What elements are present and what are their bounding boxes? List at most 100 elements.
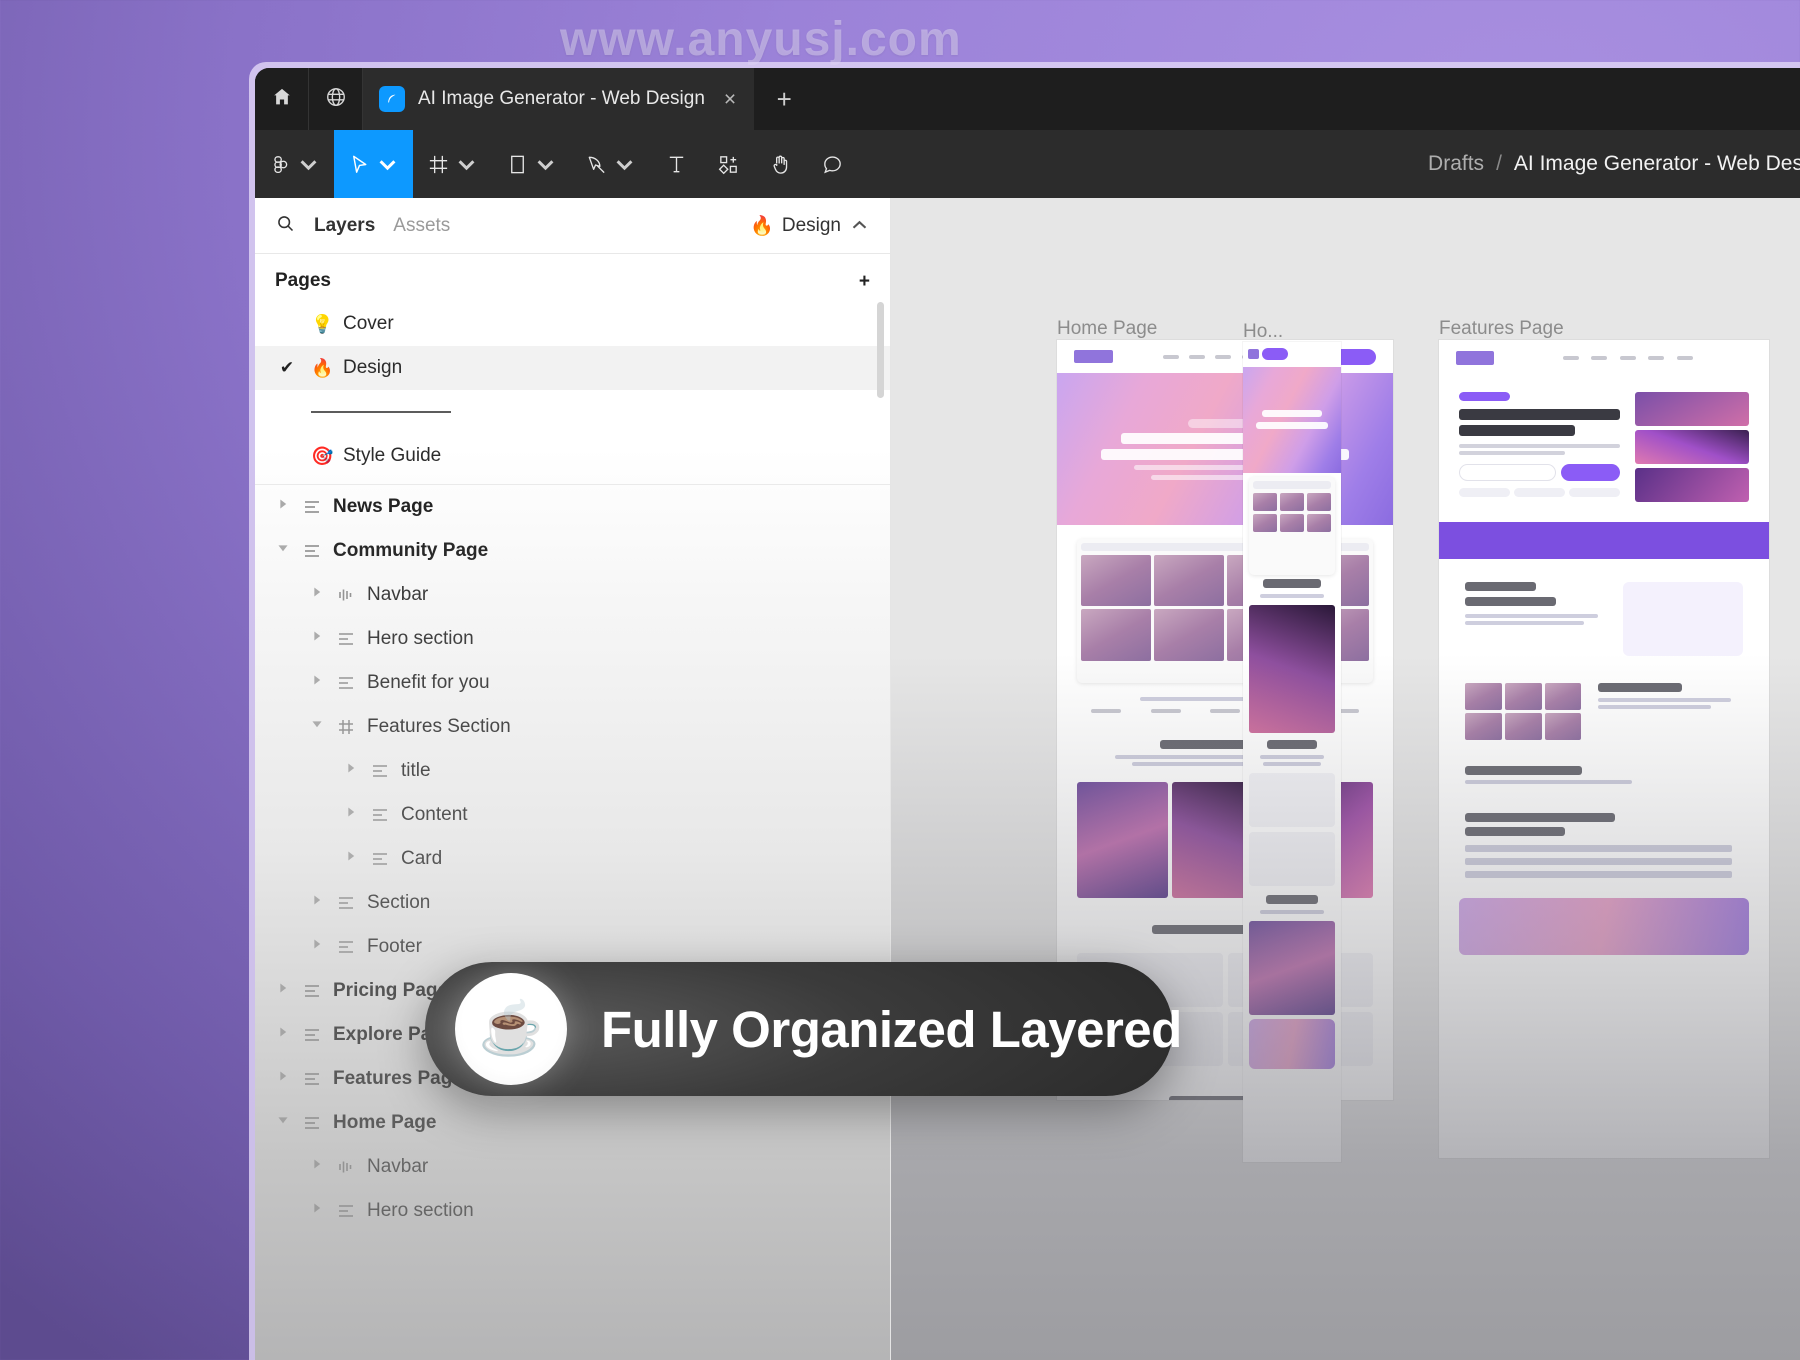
pen-icon [585,153,608,176]
coffee-cup-icon: ☕ [455,973,567,1085]
mini-section-faq [1439,800,1769,897]
pen-tool-button[interactable] [571,130,650,198]
breadcrumb-file[interactable]: AI Image Generator - Web Design [1514,152,1800,176]
home-button[interactable] [255,68,309,130]
layer-row[interactable]: Features Section [255,705,890,749]
text-icon [665,153,688,176]
mini-navbar [1439,340,1769,376]
figma-toolbar: Drafts / AI Image Generator - Web Design [255,130,1800,198]
globe-icon [325,86,347,113]
flame-icon: 🔥 [750,215,774,237]
layer-row[interactable]: Benefit for you [255,661,890,705]
breadcrumb-project[interactable]: Drafts [1428,152,1484,176]
add-page-button[interactable]: + [859,272,870,291]
search-icon[interactable] [275,213,296,239]
mini-gallery [1057,782,1393,911]
component-tool-button[interactable] [702,130,754,198]
chevron-right-icon[interactable] [309,672,325,694]
page-item-label: Cover [343,313,394,334]
layer-label: News Page [333,496,434,517]
mini-hero [1057,373,1393,526]
layer-row[interactable]: Content [255,793,890,837]
layer-label: Benefit for you [367,672,490,693]
layer-row[interactable]: Hero section [255,617,890,661]
frame-label-features-page[interactable]: Features Page [1439,318,1564,340]
layer-row[interactable]: Home Page [255,1101,890,1145]
mini-purple-banner [1439,522,1769,560]
chevron-right-icon[interactable] [275,1068,291,1090]
chevron-right-icon[interactable] [275,496,291,518]
layers-tree[interactable]: News Page Community Page Navbar Hero sectio… [255,485,890,1360]
mini-section-transform [1439,669,1769,753]
mini-footer-banner [1458,897,1750,955]
frame-layer-icon [336,673,356,693]
layer-row[interactable]: Navbar [255,573,890,617]
layer-row[interactable]: title [255,749,890,793]
layer-row[interactable]: Section [255,881,890,925]
chevron-right-icon[interactable] [309,1156,325,1178]
section-icon [302,1113,322,1133]
file-tab[interactable]: AI Image Generator - Web Design × [363,68,755,130]
section-icon [302,1069,322,1089]
page-item-cover[interactable]: 💡 Cover [255,302,890,346]
layer-label: Section [367,892,431,913]
frame-home-alt[interactable] [1243,342,1341,1162]
cursor-icon [348,153,371,176]
chevron-right-icon[interactable] [309,584,325,606]
page-item-design[interactable]: ✔ 🔥 Design [255,346,890,390]
chevron-down-icon[interactable] [275,540,291,562]
chevron-right-icon[interactable] [275,1024,291,1046]
layer-row[interactable]: Navbar [255,1145,890,1189]
chevron-right-icon[interactable] [309,1200,325,1222]
frame-label-home-page[interactable]: Home Page [1057,318,1157,340]
chevron-down-icon [537,159,554,170]
section-icon [302,541,322,561]
chevron-down-icon[interactable] [275,1112,291,1134]
mini-section-generative [1057,726,1393,782]
page-emoji: 🎯 [311,445,334,466]
text-tool-button[interactable] [650,130,702,198]
close-icon[interactable]: × [724,89,736,110]
mini-logo [1073,350,1114,364]
figma-menu-button[interactable] [255,130,334,198]
frame-label-home-alt[interactable]: Ho... [1243,321,1283,343]
figma-window: AI Image Generator - Web Design × + Draf… [255,68,1800,1360]
frame-tool-button[interactable] [413,130,492,198]
chevron-right-icon[interactable] [343,760,359,782]
hand-tool-button[interactable] [754,130,806,198]
layer-label: title [401,760,431,781]
page-selector[interactable]: 🔥 Design [750,214,870,238]
chevron-right-icon[interactable] [343,848,359,870]
chevron-right-icon[interactable] [309,628,325,650]
component-icon [336,585,356,605]
new-tab-button[interactable]: + [754,68,814,130]
chevron-right-icon[interactable] [309,892,325,914]
layer-row[interactable]: Community Page [255,529,890,573]
page-item-style-guide[interactable]: 🎯 Style Guide [255,434,890,478]
breadcrumb: Drafts / AI Image Generator - Web Design [1428,130,1800,198]
chevron-right-icon[interactable] [343,804,359,826]
community-button[interactable] [309,68,363,130]
frame-features-page[interactable] [1439,340,1769,1158]
layer-row[interactable]: News Page [255,485,890,529]
chevron-right-icon[interactable] [309,936,325,958]
design-canvas[interactable]: Home Page Ho... Features Page [891,198,1800,1360]
mini-section-explore [1439,753,1769,800]
chevron-down-icon[interactable] [309,716,325,738]
mini-section-logos [1057,683,1393,726]
move-tool-button[interactable] [334,130,413,198]
pages-header: Pages + [255,254,890,302]
pages-scrollbar[interactable] [877,302,884,398]
shape-tool-button[interactable] [492,130,571,198]
frame-layer-icon [370,805,390,825]
layer-row[interactable]: Hero section [255,1189,890,1233]
chevron-right-icon[interactable] [275,980,291,1002]
mini-hero-split [1439,376,1769,512]
window-body: Layers Assets 🔥 Design Pages + 💡 Cover ✔ 🔥 D… [255,198,1800,1360]
tab-assets[interactable]: Assets [393,215,450,237]
comment-tool-button[interactable] [806,130,858,198]
tab-layers[interactable]: Layers [314,215,375,237]
layer-row[interactable]: Card [255,837,890,881]
pages-divider [255,390,890,434]
layer-label: Card [401,848,443,869]
